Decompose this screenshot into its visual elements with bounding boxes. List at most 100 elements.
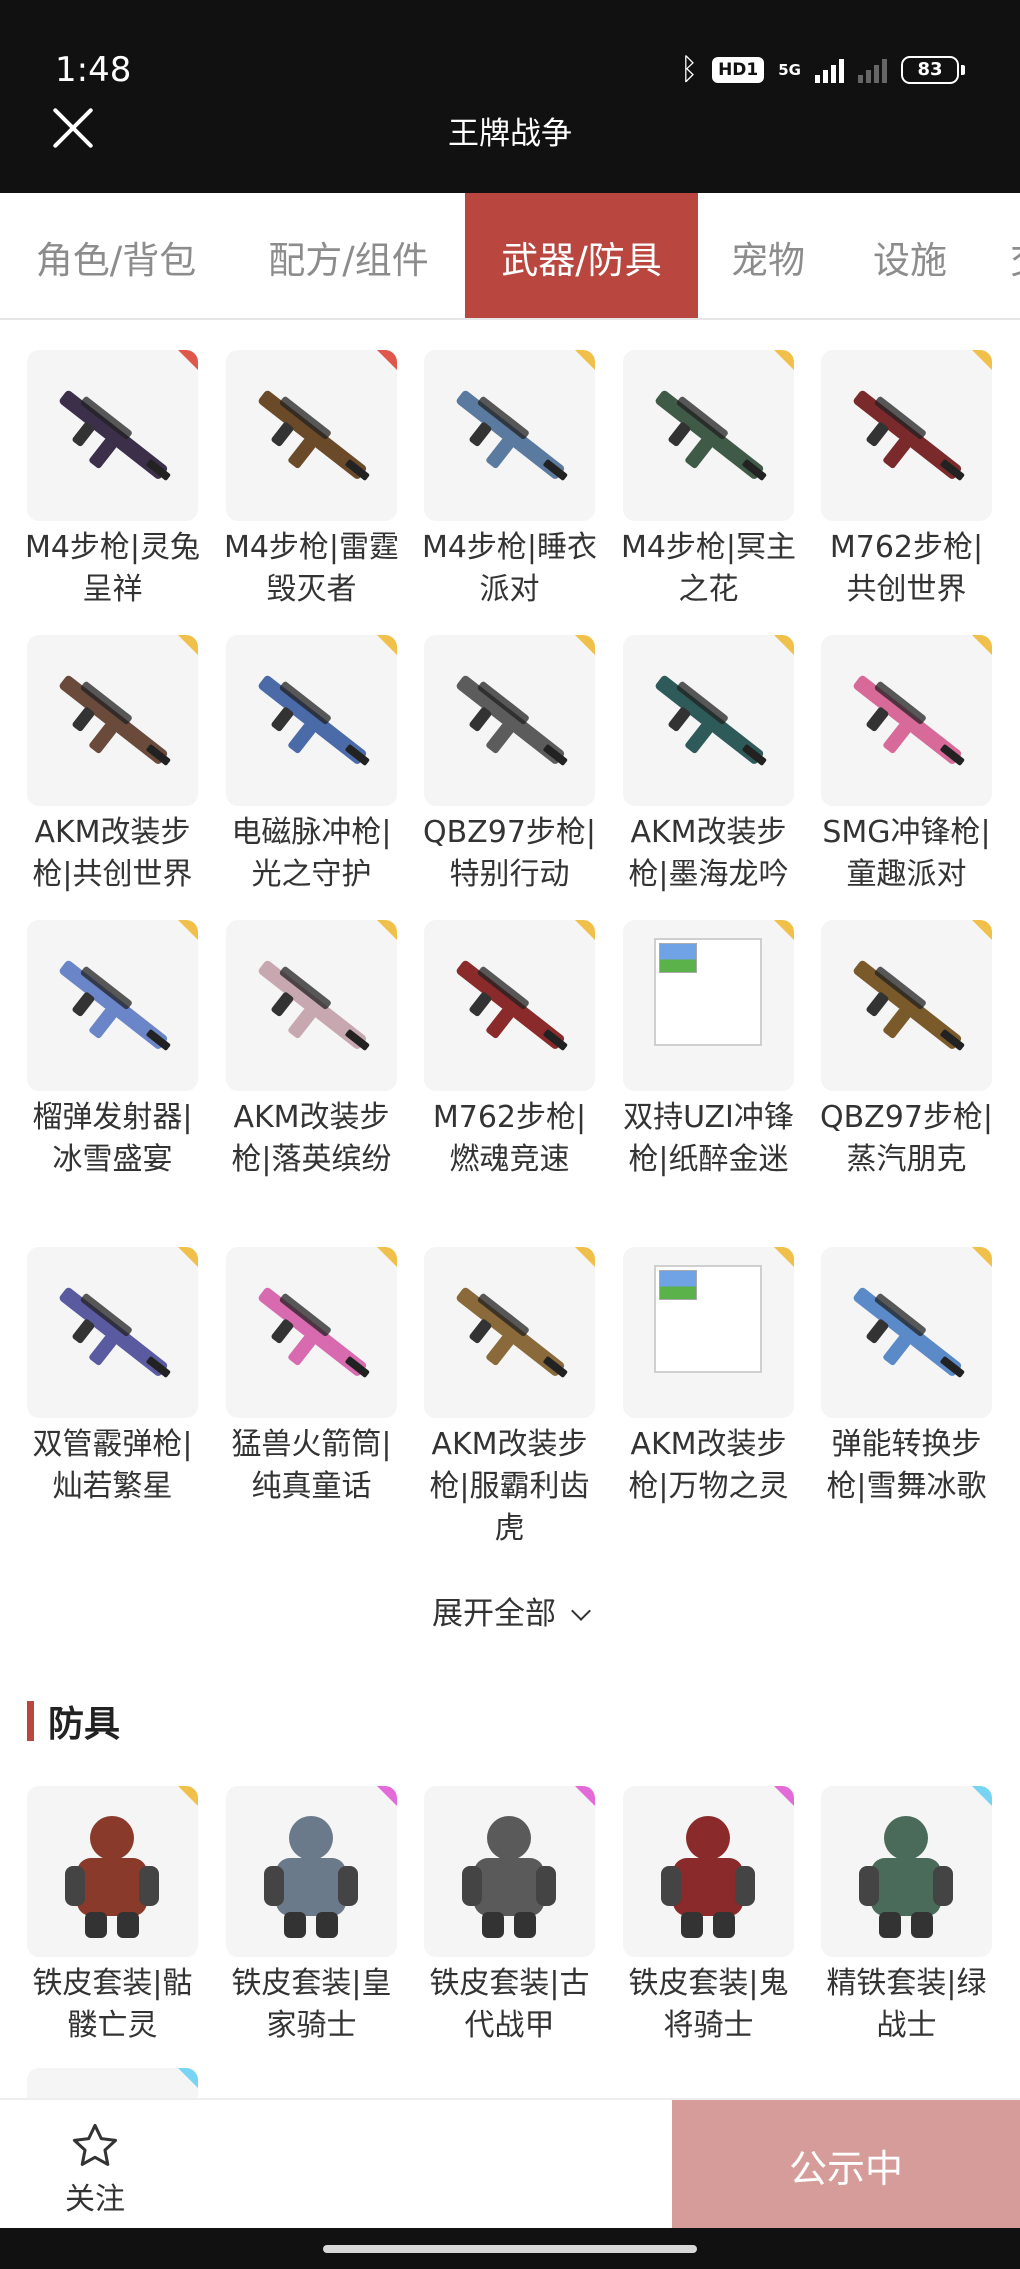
signal-weak-icon — [858, 57, 887, 83]
hd-badge: HD1 — [712, 56, 765, 83]
rarity-corner — [575, 920, 595, 940]
rifle-dark-purple-icon — [27, 350, 198, 521]
smg-colorful-icon — [821, 635, 992, 806]
armor-green-warrior-icon — [821, 1786, 992, 1957]
item-name: QBZ97步枪|特别行动 — [422, 815, 597, 892]
category-tabs: 角色/背包 配方/组件 武器/防具 宠物 设施 交 — [0, 193, 1020, 320]
rarity-corner — [774, 1786, 794, 1806]
rifle-ice-icon — [821, 1247, 992, 1418]
network-type: 5G — [778, 60, 801, 79]
shotgun-purple-icon — [27, 1247, 198, 1418]
expand-all-button[interactable]: 展开全部 — [0, 1588, 1020, 1633]
rarity-corner — [377, 920, 397, 940]
rifle-grey-icon — [424, 635, 595, 806]
rarity-corner — [972, 920, 992, 940]
star-icon — [72, 2123, 118, 2166]
item-name: M4步枪|灵兔呈祥 — [24, 530, 201, 607]
weapon-card[interactable]: SMG冲锋枪|童趣派对 — [821, 635, 992, 896]
weapon-card[interactable]: 双管霰弹枪|灿若繁星 — [27, 1247, 198, 1508]
armor-ancient-icon — [424, 1786, 595, 1957]
rarity-corner — [774, 350, 794, 370]
rarity-corner — [178, 1786, 198, 1806]
rarity-corner — [774, 920, 794, 940]
page-title: 王牌战争 — [448, 116, 572, 152]
rarity-corner — [972, 635, 992, 655]
item-name: 双持UZI冲锋枪|纸醉金迷 — [623, 1100, 794, 1177]
home-indicator[interactable] — [323, 2245, 697, 2253]
weapon-card[interactable]: AKM改装步枪|共创世界 — [27, 635, 198, 896]
rarity-corner — [575, 635, 595, 655]
weapon-card[interactable]: QBZ97步枪|特别行动 — [423, 635, 596, 896]
tab-role-bag[interactable]: 角色/背包 — [0, 193, 232, 318]
pulse-gun-blue-icon — [226, 635, 397, 806]
item-name: 电磁脉冲枪|光之守护 — [231, 815, 392, 892]
weapon-card[interactable]: 电磁脉冲枪|光之守护 — [226, 635, 397, 896]
bluetooth-icon: ᛒ — [680, 52, 699, 87]
rarity-corner — [575, 1786, 595, 1806]
broken-image-icon — [623, 920, 794, 1091]
item-name: M4步枪|冥主之花 — [620, 530, 797, 607]
rarity-corner — [377, 635, 397, 655]
armor-card[interactable]: 铁皮套装|鬼将骑士 — [623, 1786, 794, 2047]
tab-facility[interactable]: 设施 — [838, 193, 982, 318]
weapon-card[interactable]: AKM改装步枪|服霸利齿虎 — [424, 1247, 595, 1550]
item-name: 铁皮套装|皇家骑士 — [231, 1966, 392, 2043]
weapon-card[interactable]: 弹能转换步枪|雪舞冰歌 — [821, 1247, 992, 1508]
rifle-orange-icon — [226, 350, 397, 521]
item-name: AKM改装步枪|共创世界 — [32, 815, 193, 892]
item-name: 铁皮套装|鬼将骑士 — [628, 1966, 789, 2043]
armor-card[interactable]: 铁皮套装|皇家骑士 — [226, 1786, 397, 2047]
weapon-card[interactable]: AKM改装步枪|墨海龙吟 — [623, 635, 794, 896]
item-name: AKM改装步枪|万物之灵 — [628, 1427, 789, 1504]
battery-icon: 83 — [901, 55, 965, 84]
signal-icon — [815, 57, 844, 83]
weapon-card[interactable]: M4步枪|冥主之花 — [621, 350, 796, 611]
rarity-corner — [972, 350, 992, 370]
rifle-green-icon — [623, 350, 794, 521]
follow-button[interactable]: 关注 — [40, 2120, 150, 2218]
weapon-card[interactable]: M762步枪|燃魂竞速 — [424, 920, 595, 1181]
weapon-card[interactable]: M4步枪|灵兔呈祥 — [25, 350, 200, 611]
weapon-card[interactable]: M4步枪|睡衣派对 — [422, 350, 597, 611]
item-name: 弹能转换步枪|雪舞冰歌 — [826, 1427, 987, 1504]
item-name: 铁皮套装|古代战甲 — [429, 1966, 590, 2043]
armor-card[interactable]: 铁皮套装|古代战甲 — [424, 1786, 595, 2047]
rarity-corner — [575, 350, 595, 370]
rarity-corner — [377, 1247, 397, 1267]
armor-royal-knight-icon — [226, 1786, 397, 1957]
rarity-corner — [178, 1247, 198, 1267]
weapon-card[interactable]: 猛兽火箭筒|纯真童话 — [226, 1247, 397, 1508]
rarity-corner — [178, 920, 198, 940]
weapon-card[interactable]: AKM改装步枪|落英缤纷 — [226, 920, 397, 1181]
rarity-corner — [178, 350, 198, 370]
chevron-down-icon — [571, 1601, 591, 1621]
armor-card[interactable]: 铁皮套装|骷髅亡灵 — [27, 1786, 198, 2047]
item-name: AKM改装步枪|墨海龙吟 — [628, 815, 789, 892]
publish-status-button[interactable]: 公示中 — [672, 2100, 1020, 2230]
weapon-card[interactable]: M762步枪|共创世界 — [821, 350, 992, 611]
rarity-corner — [774, 635, 794, 655]
item-name: 榴弹发射器|冰雪盛宴 — [32, 1100, 193, 1177]
system-nav-bar — [0, 2228, 1020, 2269]
item-name: AKM改装步枪|服霸利齿虎 — [429, 1427, 590, 1546]
tab-trade[interactable]: 交 — [1010, 193, 1020, 318]
bottom-action-bar: 关注 公示中 — [0, 2098, 1020, 2230]
weapon-card[interactable]: 双持UZI冲锋枪|纸醉金迷 — [623, 920, 794, 1181]
item-name: SMG冲锋枪|童趣派对 — [822, 815, 991, 892]
weapon-card[interactable]: 榴弹发射器|冰雪盛宴 — [27, 920, 198, 1181]
rocket-launcher-pink-icon — [226, 1247, 397, 1418]
weapon-card[interactable]: M4步枪|雷霆毁灭者 — [224, 350, 399, 611]
tab-weapon-armor[interactable]: 武器/防具 — [465, 193, 698, 318]
armor-section-header: 防具 — [27, 1695, 120, 1747]
armor-card[interactable]: 精铁套装|绿战士 — [821, 1786, 992, 2047]
grenade-launcher-blue-icon — [27, 920, 198, 1091]
rifle-brown-icon — [27, 635, 198, 806]
tab-pet[interactable]: 宠物 — [698, 193, 838, 318]
rifle-teal-icon — [623, 635, 794, 806]
weapon-card[interactable]: AKM改装步枪|万物之灵 — [623, 1247, 794, 1508]
section-accent-bar — [27, 1701, 34, 1741]
item-name: 双管霰弹枪|灿若繁星 — [32, 1427, 193, 1504]
weapon-card[interactable]: QBZ97步枪|蒸汽朋克 — [820, 920, 993, 1181]
tab-recipe-component[interactable]: 配方/组件 — [232, 193, 465, 318]
broken-image-icon — [654, 1265, 762, 1373]
